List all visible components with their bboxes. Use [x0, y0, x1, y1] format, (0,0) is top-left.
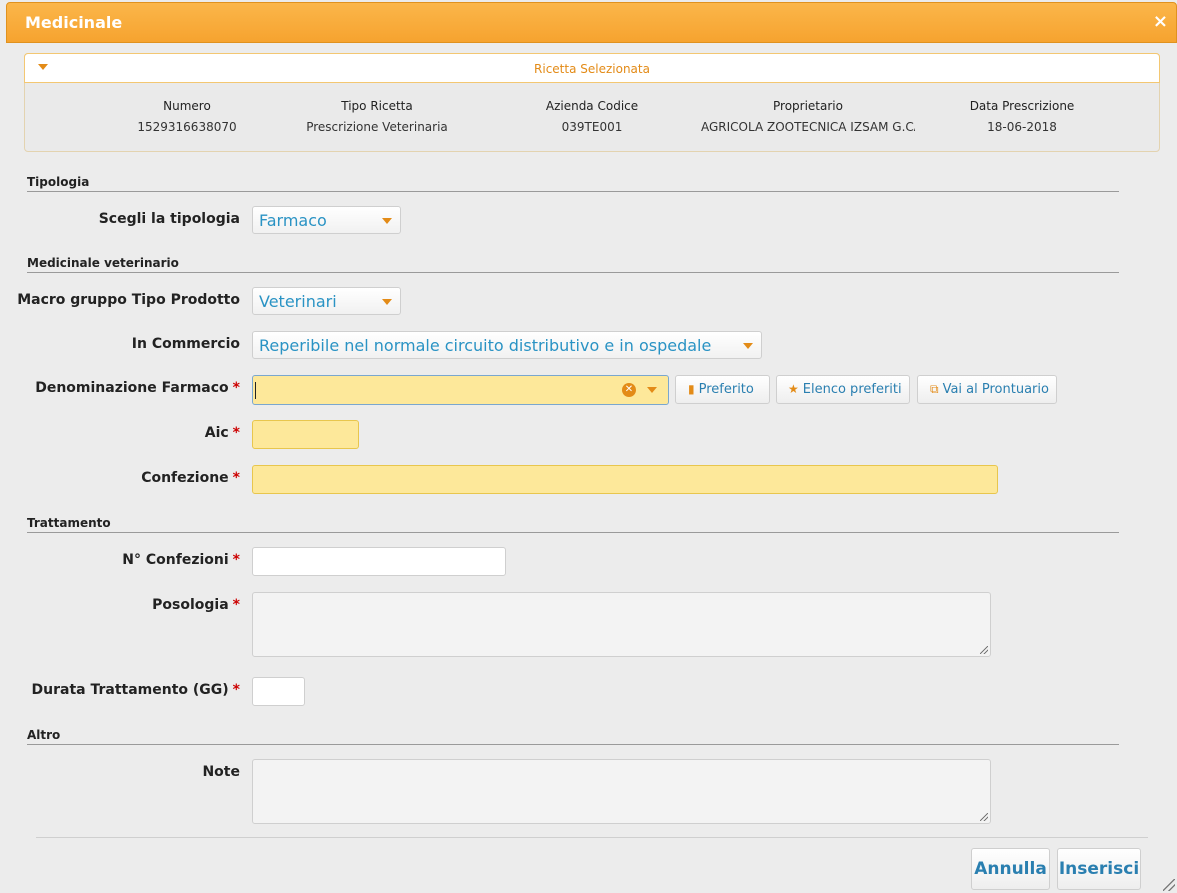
required-mark: * [232, 552, 240, 568]
ricetta-col-data: Data Prescrizione 18-06-2018 [907, 99, 1137, 134]
annulla-button[interactable]: Annulla [971, 848, 1050, 890]
durata-input[interactable] [252, 677, 305, 706]
confezione-input[interactable] [252, 465, 998, 494]
col-label: Tipo Ricetta [341, 99, 413, 113]
close-icon[interactable]: × [1153, 11, 1168, 32]
macro-select[interactable]: Veterinari [252, 287, 401, 315]
durata-label: Durata Trattamento (GG) * [31, 682, 241, 698]
col-value: 18-06-2018 [987, 120, 1057, 134]
required-mark: * [232, 597, 240, 613]
section-tipologia: Tipologia [27, 175, 1119, 192]
ricetta-col-proprietario: Proprietario AGRICOLA ZOOTECNICA IZSAM G… [701, 99, 915, 134]
nconfezioni-input[interactable] [252, 547, 506, 576]
ricetta-panel-header[interactable]: Ricetta Selezionata [24, 53, 1160, 83]
resize-grip-icon[interactable] [980, 646, 988, 654]
tipologia-value: Farmaco [259, 211, 327, 230]
resize-grip-icon[interactable] [980, 813, 988, 821]
aic-label: Aic * [204, 425, 240, 441]
col-value: 039TE001 [561, 120, 623, 134]
denominazione-label: Denominazione Farmaco * [35, 380, 240, 396]
nconfezioni-label: N° Confezioni * [122, 552, 240, 568]
commercio-label: In Commercio [131, 336, 240, 352]
preferito-button[interactable]: ▮ Preferito [675, 375, 770, 404]
posologia-textarea[interactable] [252, 592, 991, 657]
section-trattamento: Trattamento [27, 516, 1119, 533]
ricetta-col-azienda: Azienda Codice 039TE001 [477, 99, 707, 134]
ricetta-panel: Ricetta Selezionata Numero 1529316638070… [24, 53, 1160, 152]
elenco-preferiti-button[interactable]: ★ Elenco preferiti [776, 375, 910, 404]
col-value: Prescrizione Veterinaria [306, 120, 448, 134]
star-icon: ★ [788, 382, 799, 396]
required-mark: * [232, 425, 240, 441]
window-resize-grip-icon[interactable] [1163, 879, 1175, 891]
section-medicinale: Medicinale veterinario [27, 256, 1119, 273]
required-mark: * [232, 380, 240, 396]
footer-divider [36, 837, 1148, 838]
note-label: Note [202, 764, 240, 780]
posologia-label: Posologia * [152, 597, 240, 613]
ricetta-panel-title: Ricetta Selezionata [534, 62, 650, 76]
caret-down-icon [743, 343, 753, 349]
col-value: AGRICOLA ZOOTECNICA IZSAM G.CAPORALE [701, 120, 915, 134]
macro-value: Veterinari [259, 292, 337, 311]
tipologia-label: Scegli la tipologia [98, 211, 240, 227]
vai-prontuario-button[interactable]: ⧉ Vai al Prontuario [917, 375, 1057, 404]
clear-icon[interactable]: ✕ [622, 383, 636, 397]
dialog-titlebar: Medicinale × [6, 2, 1177, 43]
confezione-label: Confezione * [141, 470, 240, 486]
section-altro: Altro [27, 728, 1119, 745]
book-icon: ▮ [688, 382, 695, 396]
inserisci-button[interactable]: Inserisci [1057, 848, 1141, 890]
ricetta-col-tipo: Tipo Ricetta Prescrizione Veterinaria [262, 99, 492, 134]
caret-down-icon [382, 299, 392, 305]
denominazione-combobox[interactable]: ✕ [252, 375, 669, 405]
col-label: Data Prescrizione [969, 99, 1075, 113]
note-textarea[interactable] [252, 759, 991, 824]
aic-input[interactable] [252, 420, 359, 449]
required-mark: * [232, 470, 240, 486]
caret-down-icon[interactable] [647, 387, 657, 393]
macro-label: Macro gruppo Tipo Prodotto [17, 292, 240, 308]
col-label: Azienda Codice [545, 99, 639, 113]
text-cursor [255, 382, 256, 399]
tipologia-select[interactable]: Farmaco [252, 206, 401, 234]
commercio-select[interactable]: Reperibile nel normale circuito distribu… [252, 331, 762, 359]
col-label: Proprietario [773, 99, 843, 113]
caret-down-icon [382, 218, 392, 224]
commercio-value: Reperibile nel normale circuito distribu… [259, 336, 712, 355]
dialog-title: Medicinale [25, 13, 123, 32]
external-link-icon: ⧉ [930, 382, 939, 396]
required-mark: * [232, 682, 240, 698]
